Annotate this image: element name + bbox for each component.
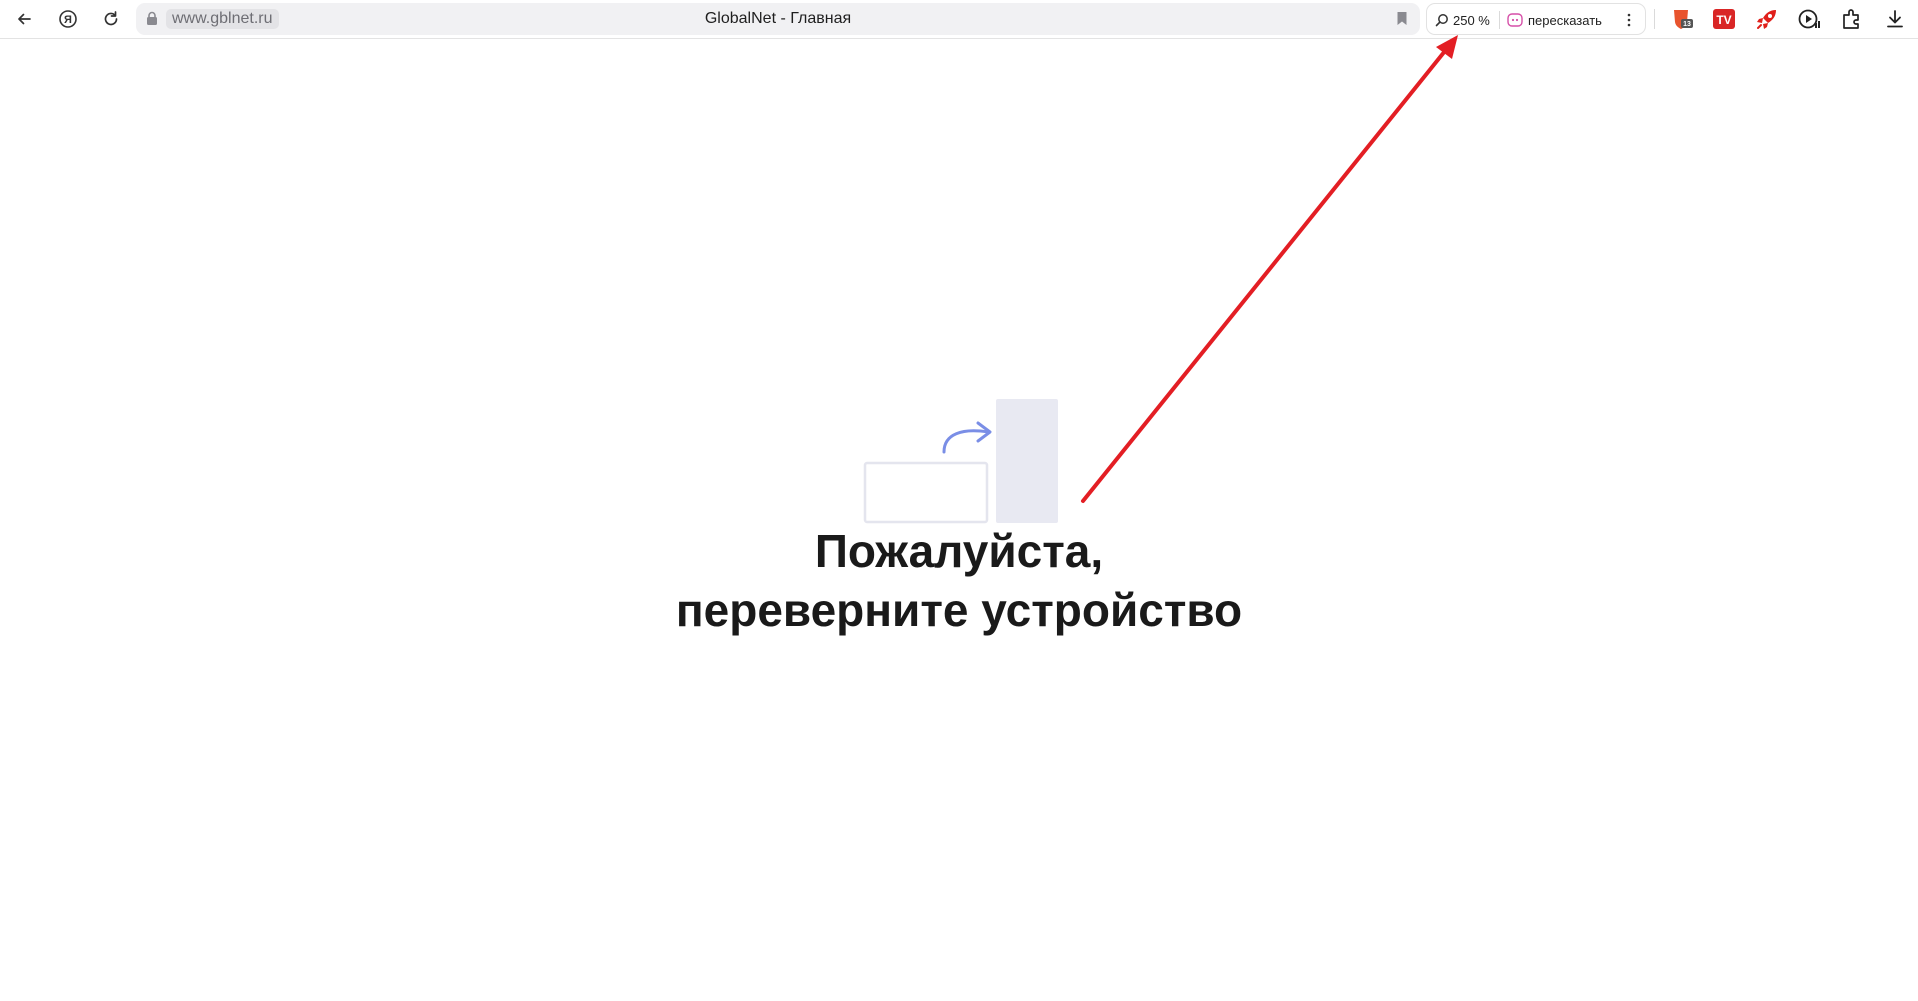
address-bar[interactable]: www.gblnet.ru GlobalNet - Главная [136,3,1420,35]
download-icon [1887,10,1903,28]
separator [1654,9,1655,29]
page-title: GlobalNet - Главная [704,10,852,27]
zoom-indicator[interactable]: 250 % [1435,10,1490,30]
retell-button[interactable]: пересказать [1507,10,1602,30]
shield-extension-button[interactable]: 13 [1669,6,1695,32]
yandex-icon: Я [59,10,77,28]
rotate-device-illustration [863,399,1058,524]
shield-extension-icon: 13 [1674,10,1693,29]
headline-line-1: Пожалуйста, [814,525,1104,577]
play-extension-icon [1798,9,1820,29]
zoom-retell-pill: 250 % пересказать [1426,3,1646,35]
shield-badge: 13 [1683,21,1691,28]
retell-icon [1507,13,1523,27]
tv-label: TV [1716,13,1731,27]
back-button[interactable] [9,4,39,34]
zoom-value: 250 % [1453,12,1490,28]
tv-extension-icon: TV [1713,9,1735,29]
reload-icon [104,11,118,26]
tv-extension-button[interactable]: TV [1711,6,1737,32]
rotate-arrow-icon [942,429,990,454]
headline-line-2: переверните устройство [675,584,1243,636]
landscape-device [863,461,989,524]
downloads-button[interactable] [1882,6,1908,32]
menu-icon [1627,13,1631,27]
portrait-device [996,399,1058,523]
back-icon [18,13,31,25]
bookmark-icon[interactable] [1396,11,1408,26]
rocket-extension-button[interactable] [1754,6,1780,32]
reload-button[interactable] [96,4,126,34]
extensions-icon [1843,9,1859,29]
svg-text:Я: Я [64,14,72,26]
url-text[interactable]: www.gblnet.ru [166,9,279,29]
separator [1499,11,1500,29]
rocket-extension-icon [1757,10,1776,29]
retell-label: пересказать [1528,12,1602,28]
extensions-button[interactable] [1839,6,1865,32]
play-extension-button[interactable] [1796,6,1822,32]
lock-icon [147,11,157,25]
yandex-button[interactable]: Я [53,4,83,34]
more-menu-button[interactable] [1619,10,1639,30]
zoom-icon [1435,14,1448,27]
rotate-device-message: Пожалуйста, переверните устройство [459,522,1459,640]
browser-toolbar: Я www.gblnet.ru GlobalNet - Главная 250 … [0,0,1918,39]
